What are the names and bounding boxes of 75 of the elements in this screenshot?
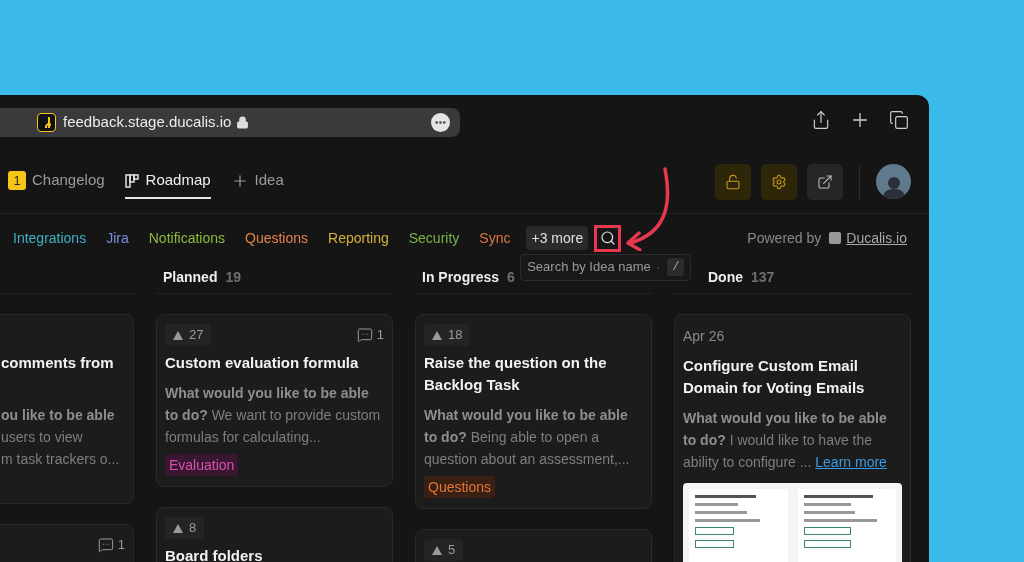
count-badge: 1 <box>8 171 26 190</box>
triangle-icon <box>432 330 442 340</box>
comment-icon <box>97 537 114 553</box>
share-icon[interactable] <box>811 110 831 130</box>
idea-card[interactable]: comments from ou like to be able users to view m task trackers o... <box>0 314 134 504</box>
card-title: Configure Custom Email Domain for Voting Emails <box>683 356 866 398</box>
tag-label: Questions <box>424 476 496 498</box>
idea-card[interactable]: 5 <box>415 529 652 562</box>
upvote-button[interactable]: 8 <box>165 517 205 539</box>
filter-tag[interactable]: Reporting <box>328 227 389 249</box>
idea-card[interactable]: 1 <box>0 524 134 562</box>
column-title: In Progress <box>422 268 500 287</box>
address-bar[interactable]: feedback.stage.ducalis.io <box>0 108 460 137</box>
more-tags-button[interactable]: +3 more <box>526 226 589 250</box>
card-title: Board folders <box>165 546 264 562</box>
avatar[interactable] <box>876 164 911 199</box>
learn-more-link[interactable]: Learn more <box>815 454 887 470</box>
separator-dot: · <box>655 258 661 277</box>
column-title: Done <box>708 268 743 287</box>
filter-tag[interactable]: Sync <box>479 227 511 249</box>
card-title: Custom evaluation formula <box>165 353 360 373</box>
column-count: 137 <box>751 268 775 287</box>
tooltip-text: Search by Idea name <box>527 258 651 277</box>
card-description-line: m task trackers o... <box>1 450 121 469</box>
brand-logo-icon <box>829 232 842 244</box>
triangle-icon <box>173 330 183 340</box>
powered-by-text: Powered by <box>747 228 822 248</box>
filter-tag[interactable]: Questions <box>245 227 309 249</box>
tabs-icon[interactable] <box>889 110 909 130</box>
comment-count: 1 <box>376 326 384 345</box>
idea-card[interactable]: 18 Raise the question on the Backlog Task What would you like to be able to do? Being able to open a question about an assessment,... Questions <box>415 314 652 509</box>
upvote-button[interactable]: 5 <box>424 539 464 561</box>
site-logo-icon <box>37 113 56 132</box>
toolbar-button[interactable] <box>807 163 843 200</box>
column-title: Planned <box>163 268 218 287</box>
comment-count: 1 <box>117 536 125 555</box>
search-icon <box>599 230 616 246</box>
card-title: Raise the question on the Backlog Task <box>424 353 608 395</box>
toolbar-button[interactable] <box>715 163 751 200</box>
nav-tab[interactable]: Idea <box>230 164 284 199</box>
unlock-icon <box>725 173 741 190</box>
keyboard-shortcut: / <box>667 258 685 276</box>
settings-icon <box>771 173 787 190</box>
idea-card[interactable]: 27 1 Custom evaluation formula What would you like to be able to do? We want to provide custom formulas for calculating... Evaluation <box>156 314 393 487</box>
nav-tab[interactable]: Roadmap <box>124 164 211 199</box>
toolbar-button[interactable] <box>761 163 797 200</box>
external-link-icon <box>817 173 833 190</box>
url-text: feedback.stage.ducalis.io <box>63 112 232 133</box>
idea-card[interactable]: 8 Board folders <box>156 507 393 562</box>
column-count: 19 <box>225 268 242 287</box>
upvote-button[interactable]: 27 <box>165 324 212 346</box>
board-icon <box>124 173 140 188</box>
idea-card[interactable]: Apr 26 Configure Custom Email Domain for Voting Emails What would you like to be able to do? I would like to have the ability to configure ... Learn more <box>674 314 911 562</box>
triangle-icon <box>432 545 442 555</box>
card-description: What would you like to be able to do? We want to provide custom formulas for calculating... <box>165 384 382 447</box>
search-button[interactable] <box>594 224 622 252</box>
card-description: What would you like to be able to do? I would like to have the ability to configure ... Learn more <box>683 409 888 472</box>
lock-icon <box>236 116 250 129</box>
comment-icon <box>356 327 373 343</box>
card-description-line: ou like to be able <box>1 406 116 425</box>
tag-label: Evaluation <box>165 454 239 476</box>
filter-tag[interactable]: Integrations <box>13 227 87 249</box>
card-title: comments from <box>1 353 115 373</box>
card-date: Apr 26 <box>683 327 726 346</box>
card-description: What would you like to be able to do? Being able to open a question about an assessment,... <box>424 406 631 469</box>
filter-tag[interactable]: Jira <box>106 227 129 249</box>
card-description-line: users to view <box>1 428 84 447</box>
more-icon[interactable] <box>431 113 450 132</box>
filter-tag[interactable]: Security <box>408 227 460 249</box>
brand-link[interactable]: Ducalis.io <box>846 227 907 249</box>
filter-tag[interactable]: Notifications <box>148 227 225 249</box>
column-count: 6 <box>507 268 515 287</box>
nav-tab[interactable]: 1 Changelog <box>8 164 105 199</box>
triangle-icon <box>173 523 183 533</box>
upvote-button[interactable]: 18 <box>424 324 471 346</box>
